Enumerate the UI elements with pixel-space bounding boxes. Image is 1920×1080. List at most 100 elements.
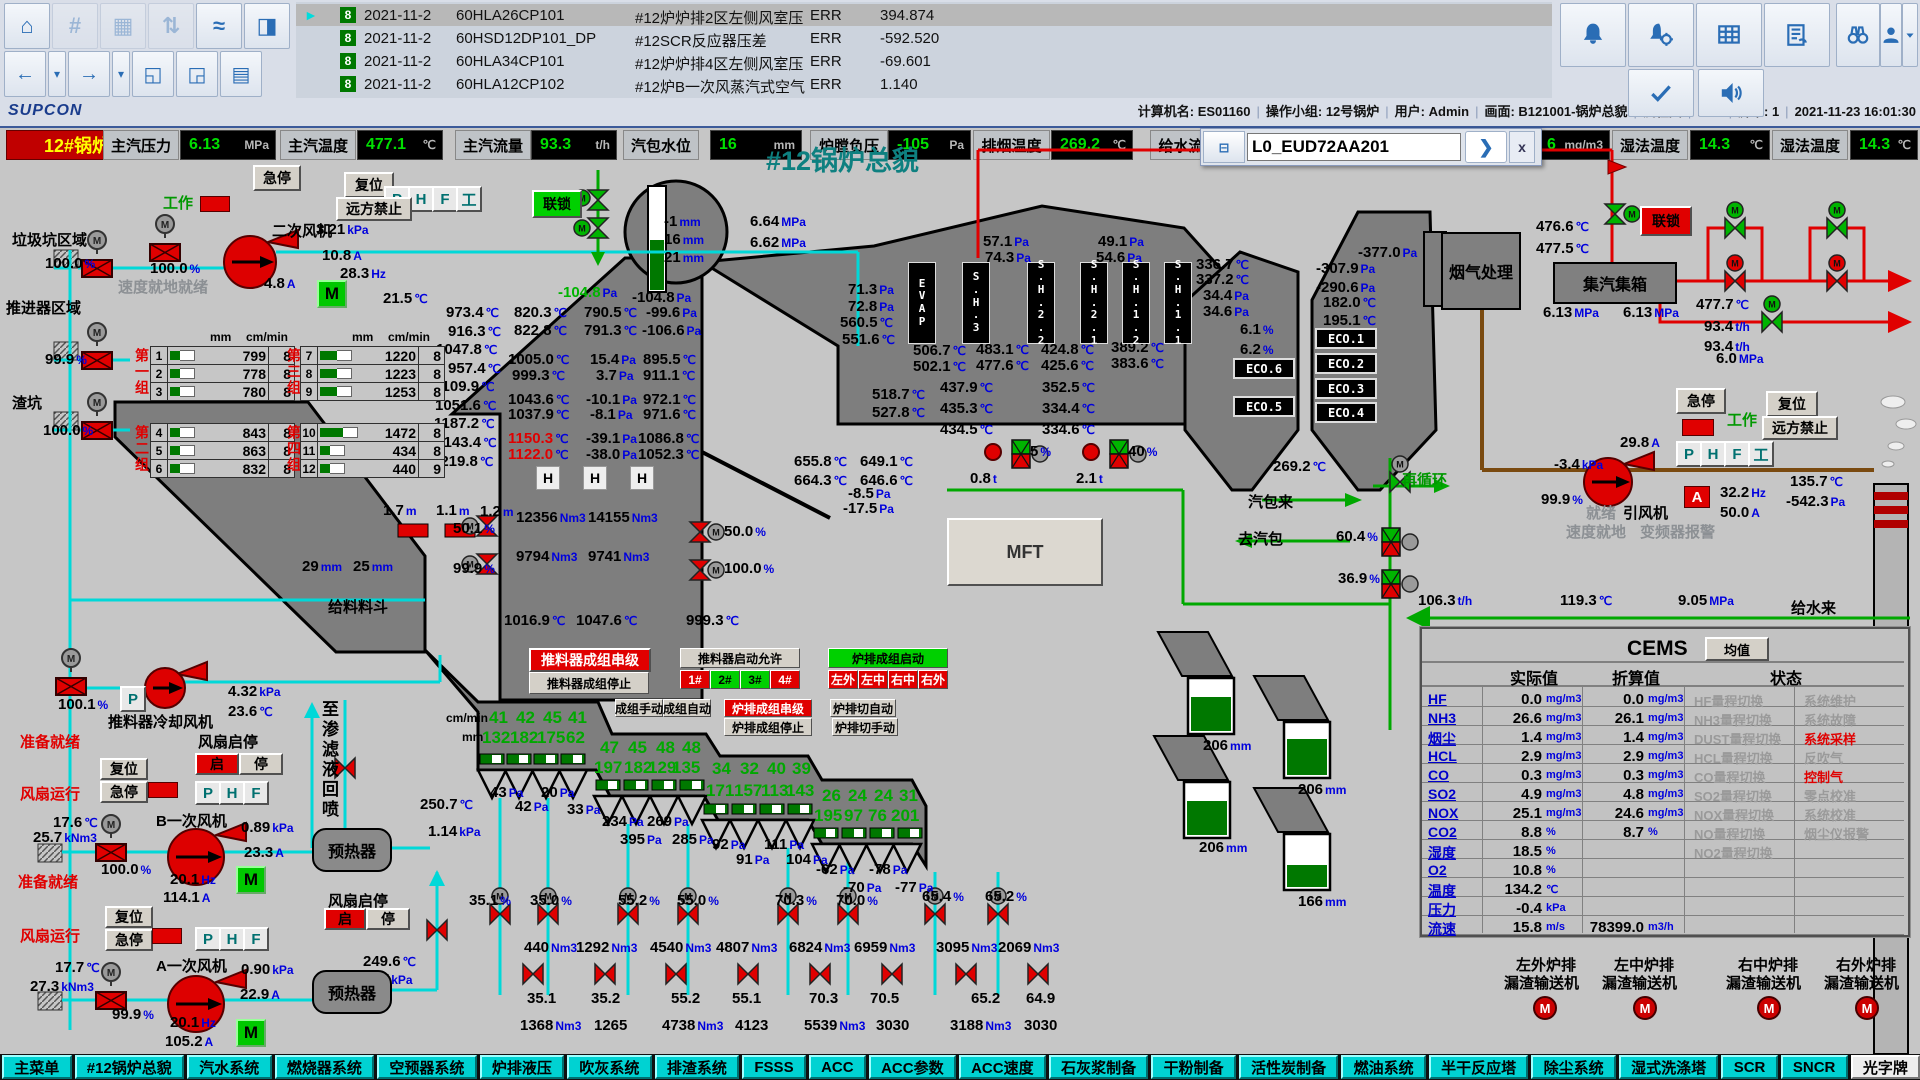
grate-switch-manual[interactable]: 炉排切手动 (832, 718, 898, 736)
nav-tab-18[interactable]: 湿式洗涤塔 (1619, 1055, 1719, 1079)
back-icon[interactable]: ← (4, 51, 46, 97)
f-button[interactable]: F (432, 186, 458, 212)
valve-icon[interactable] (595, 964, 615, 984)
grate-switch-auto[interactable]: 炉排切自动 (830, 699, 896, 717)
h-button[interactable]: H (630, 466, 654, 490)
p-button[interactable]: P (195, 781, 221, 805)
f-button[interactable]: F (243, 927, 269, 951)
nav-tab-14[interactable]: 活性炭制备 (1239, 1055, 1339, 1079)
nav-tab-2[interactable]: 汽水系统 (187, 1055, 272, 1079)
pusher-group-stop[interactable]: 推料器成组停止 (529, 672, 649, 694)
user-icon[interactable] (1880, 3, 1902, 67)
fan-start[interactable]: 启 (324, 908, 366, 930)
valve-icon[interactable] (1762, 312, 1782, 332)
cems-row-link[interactable]: NH3 (1428, 710, 1456, 726)
cems-row-link[interactable]: CO2 (1428, 824, 1457, 840)
f-button[interactable]: F (243, 781, 269, 805)
gong-button[interactable]: 工 (1748, 441, 1774, 467)
estop-id-fan[interactable]: 急停 (1676, 388, 1726, 414)
nav-tab-4[interactable]: 空预器系统 (377, 1055, 477, 1079)
nav-tab-5[interactable]: 炉排液压 (480, 1055, 565, 1079)
cems-row-link[interactable]: 烟尘 (1428, 729, 1456, 749)
forward-icon[interactable]: → (68, 51, 110, 97)
speaker-icon[interactable] (1698, 69, 1764, 117)
reset-b-fan[interactable]: 复位 (100, 758, 148, 780)
p-button[interactable]: P (120, 686, 146, 712)
cems-row-link[interactable]: 压力 (1428, 900, 1456, 920)
nav-tab-9[interactable]: ACC (809, 1055, 866, 1079)
group-auto[interactable]: 成组自动 (663, 699, 711, 717)
pusher-start-permit[interactable]: 推料器启动允许 (680, 648, 800, 668)
nav-tab-17[interactable]: 除尘系统 (1531, 1055, 1616, 1079)
tag-search-input[interactable] (1247, 133, 1461, 161)
nav-tab-20[interactable]: SNCR (1781, 1055, 1848, 1079)
cems-row-link[interactable]: SO2 (1428, 786, 1456, 802)
h-button[interactable]: H (583, 466, 607, 490)
auto-mode-box[interactable]: A (1684, 486, 1710, 508)
bell-icon[interactable] (1560, 3, 1626, 67)
cems-row-link[interactable]: HF (1428, 691, 1447, 707)
h-button[interactable]: H (1700, 441, 1726, 467)
f-button[interactable]: F (1724, 441, 1750, 467)
pusher-group-cascade[interactable]: 推料器成组串级 (529, 648, 651, 672)
cems-row-link[interactable]: 湿度 (1428, 843, 1456, 863)
cems-row-link[interactable]: NOX (1428, 805, 1458, 821)
motor-mode-box[interactable]: M (236, 1019, 266, 1047)
reset-id-fan[interactable]: 复位 (1766, 391, 1818, 417)
valve-icon[interactable] (523, 964, 543, 984)
valve-icon[interactable] (956, 964, 976, 984)
estop-secondary-fan[interactable]: 急停 (253, 165, 301, 191)
confirm-icon[interactable] (1628, 69, 1694, 117)
valve-icon[interactable] (588, 218, 608, 238)
valve-icon[interactable] (690, 522, 710, 542)
estop-b-fan[interactable]: 急停 (100, 781, 148, 803)
nav-tab-11[interactable]: ACC速度 (959, 1055, 1046, 1079)
nav-tab-7[interactable]: 排渣系统 (655, 1055, 740, 1079)
page-prev-icon[interactable]: ◱ (132, 51, 174, 97)
go-button[interactable]: ❯ (1465, 131, 1507, 163)
alarm-row[interactable]: ►82021-11-260HLA26CP101#12炉炉排2区左侧风室压ERR3… (296, 4, 1552, 26)
grate-left-outer[interactable]: 左外 (828, 670, 858, 689)
nav-tab-3[interactable]: 燃烧器系统 (275, 1055, 375, 1079)
valve-icon[interactable] (1605, 204, 1625, 224)
grate-right-outer[interactable]: 右外 (918, 670, 948, 689)
h-button[interactable]: H (219, 927, 245, 951)
alarm-row[interactable]: 82021-11-260HSD12DP101_DP#12SCR反应器压差ERR-… (296, 27, 1552, 49)
cems-row-link[interactable]: CO (1428, 767, 1449, 783)
cems-row-link[interactable]: 温度 (1428, 881, 1456, 901)
valve-icon[interactable] (588, 190, 608, 210)
p-button[interactable]: P (1676, 441, 1702, 467)
report-icon[interactable] (1764, 3, 1830, 67)
back-dropdown-icon[interactable]: ▾ (48, 51, 66, 97)
trend-icon[interactable]: ≈ (196, 3, 242, 49)
bell-config-icon[interactable] (1628, 3, 1694, 67)
valve-icon[interactable] (1725, 218, 1745, 238)
valve-icon[interactable] (1827, 271, 1847, 291)
average-button[interactable]: 均值 (1705, 637, 1769, 661)
h-button[interactable]: H (536, 466, 560, 490)
grate-group-cascade[interactable]: 炉排成组串级 (724, 699, 812, 717)
interlock-steam[interactable]: 联锁 (1640, 206, 1692, 236)
estop-a-fan[interactable]: 急停 (105, 929, 153, 951)
cems-row-link[interactable]: HCL (1428, 748, 1457, 764)
forward-dropdown-icon[interactable]: ▾ (112, 51, 130, 97)
grate-group-stop[interactable]: 炉排成组停止 (724, 718, 812, 736)
valve-icon[interactable] (1725, 271, 1745, 291)
valve-icon[interactable] (1028, 964, 1048, 984)
pusher-2[interactable]: 2# (710, 670, 740, 689)
nav-tab-1[interactable]: #12锅炉总貌 (75, 1055, 185, 1079)
motor-mode-box[interactable]: M (317, 280, 347, 308)
pusher-3[interactable]: 3# (740, 670, 770, 689)
valve-icon[interactable] (1827, 218, 1847, 238)
p-button[interactable]: P (195, 927, 221, 951)
cems-row-link[interactable]: O2 (1428, 862, 1447, 878)
h-button[interactable]: H (219, 781, 245, 805)
home-icon[interactable]: ⌂ (4, 3, 50, 49)
pusher-1[interactable]: 1# (680, 670, 710, 689)
nav-tab-13[interactable]: 干粉制备 (1151, 1055, 1236, 1079)
nav-tab-0[interactable]: 主菜单 (2, 1055, 72, 1079)
alarm-row[interactable]: 82021-11-260HLA34CP101#12炉炉排4区左侧风室压ERR-6… (296, 50, 1552, 72)
close-popup-button[interactable]: x (1509, 131, 1535, 163)
nav-tab-19[interactable]: SCR (1721, 1055, 1777, 1079)
page-next-icon[interactable]: ◲ (176, 51, 218, 97)
